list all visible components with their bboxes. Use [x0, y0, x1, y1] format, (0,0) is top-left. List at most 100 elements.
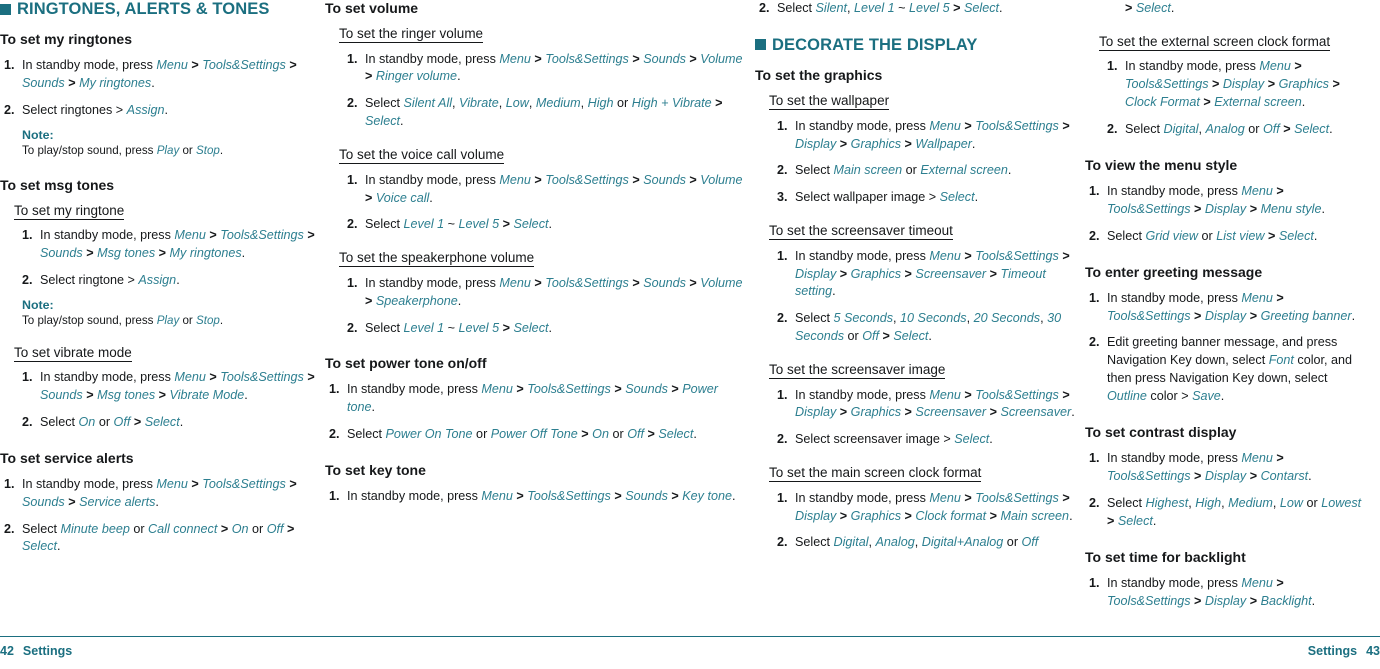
sep: >: [685, 172, 701, 187]
menu-path-token: Sounds: [22, 494, 65, 509]
t: In standby mode, press: [347, 489, 482, 504]
column-3: 2. Select Silent, Level 1 ~ Level 5 > Se…: [755, 0, 1085, 636]
sep: >: [628, 275, 644, 290]
t: In standby mode, press: [365, 172, 500, 187]
sep: >: [685, 51, 701, 66]
menu-path-token: Tools&Settings: [202, 476, 286, 491]
sep: >: [1190, 468, 1205, 483]
menu-path-token: Menu: [1241, 183, 1273, 198]
menu-path-token: Select: [513, 320, 549, 335]
step-text: In standby mode, press Menu > Tools&Sett…: [1125, 58, 1370, 112]
menu-path-token: Level 1: [403, 217, 445, 232]
menu-path-token: Off: [1021, 535, 1039, 550]
t: Select wallpaper image >: [795, 190, 940, 205]
note-text: To play/stop sound, press Play or Stop.: [22, 313, 315, 329]
menu-path-token: Power On Tone: [385, 427, 473, 442]
t: In standby mode, press: [40, 228, 175, 243]
menu-path-token: Main screen: [833, 163, 903, 178]
step-item: 1. In standby mode, press Menu > Tools&S…: [1085, 183, 1370, 219]
menu-path-token: Tools&Settings: [975, 387, 1059, 402]
footer-page-number-left: 42: [0, 644, 14, 658]
t: .: [219, 313, 224, 327]
section-header-decorate-display: DECORATE THE DISPLAY: [755, 36, 1075, 54]
menu-path-token: Level 5: [458, 320, 500, 335]
heading-set-graphics: To set the graphics: [755, 67, 883, 84]
subheading-external-screen-clock: To set the external screen clock format: [1085, 33, 1370, 51]
step-text: In standby mode, press Menu > Tools&Sett…: [365, 275, 745, 311]
subheading-text: To set vibrate mode: [14, 344, 132, 362]
step-number: 2.: [777, 311, 788, 326]
sep: >: [512, 382, 528, 397]
t: .: [244, 388, 248, 403]
t: or: [129, 521, 149, 536]
t: or: [1003, 535, 1022, 550]
menu-path-token: Backlight: [1260, 593, 1312, 608]
menu-path-token: Tools&Settings: [1107, 468, 1191, 483]
step-text: Select Level 1 ~ Level 5 > Select.: [365, 216, 745, 234]
subheading-text: To set the screensaver timeout: [769, 223, 953, 241]
t: ,: [847, 1, 855, 15]
menu-path-token: Tools&Settings: [1107, 308, 1191, 323]
menu-path-token: Outline: [1107, 389, 1147, 404]
sep: >: [217, 521, 232, 536]
menu-path-token: Stop: [196, 143, 220, 157]
t: To play/stop sound, press: [22, 143, 157, 157]
t: .: [1170, 1, 1175, 15]
step-text: In standby mode, press Menu > Tools&Sett…: [795, 490, 1075, 526]
t: In standby mode, press: [1107, 290, 1242, 305]
subheading-text: To set the external screen clock format: [1099, 33, 1331, 51]
menu-path-token: Assign: [126, 102, 165, 117]
step-number: 1.: [4, 476, 15, 491]
menu-path-token: Sounds: [625, 382, 668, 397]
t: Select: [777, 1, 816, 15]
menu-path-token: Analog: [1205, 122, 1245, 137]
t: Select: [1125, 122, 1164, 137]
sep: >: [64, 494, 80, 509]
t: or: [902, 163, 921, 178]
step-number: 2.: [1089, 495, 1100, 510]
t: In standby mode, press: [795, 490, 930, 505]
t: .: [971, 136, 976, 151]
step-item: 2. Select ringtone > Assign.: [0, 272, 315, 290]
menu-path-token: Display: [1204, 593, 1247, 608]
t: or: [1244, 122, 1263, 137]
step-item: 1. In standby mode, press Menu > Tools&S…: [0, 227, 315, 263]
heading-greeting-message: To enter greeting message: [1085, 263, 1263, 280]
t: .: [1351, 308, 1356, 323]
menu-path-token: Menu: [499, 275, 531, 290]
step-number: 1.: [329, 489, 340, 504]
step-item: 1. In standby mode, press Menu > Tools&S…: [1085, 58, 1370, 112]
t: .: [1220, 389, 1225, 404]
page-footer: 42 Settings Settings 43: [0, 636, 1380, 669]
sep: >: [901, 508, 916, 523]
menu-path-token: Sounds: [40, 246, 83, 261]
t: .: [1321, 201, 1325, 216]
menu-path-token: Off: [1262, 122, 1280, 137]
t: .: [1311, 593, 1316, 608]
step-number: 1.: [347, 275, 358, 290]
sep: >: [960, 387, 976, 402]
menu-path-token: Select: [658, 427, 694, 442]
t: .: [974, 190, 979, 205]
menu-path-token: Sounds: [625, 489, 668, 504]
step-item: 2. Select Digital, Analog or Off > Selec…: [1085, 121, 1370, 139]
sep: >: [1272, 183, 1284, 198]
t: or: [472, 427, 491, 442]
note-block: Note: To play/stop sound, press Play or …: [0, 127, 315, 159]
subheading-text: To set the speakerphone volume: [339, 250, 535, 268]
sep: >: [1058, 490, 1070, 505]
menu-path-token: Silent: [815, 1, 848, 15]
step-number: 2.: [777, 432, 788, 447]
t: ,: [914, 535, 922, 550]
sep: >: [82, 388, 98, 403]
section-title-text: DECORATE THE DISPLAY: [772, 35, 978, 54]
menu-path-token: Select: [964, 1, 1000, 15]
t: or: [613, 96, 632, 111]
menu-path-token: Menu: [481, 382, 513, 397]
t: or: [179, 313, 197, 327]
menu-path-token: Low: [505, 96, 529, 111]
step-text: Select Level 1 ~ Level 5 > Select.: [365, 320, 745, 338]
menu-path-token: Sounds: [643, 172, 686, 187]
sep: >: [1058, 118, 1070, 133]
t: .: [371, 400, 376, 415]
